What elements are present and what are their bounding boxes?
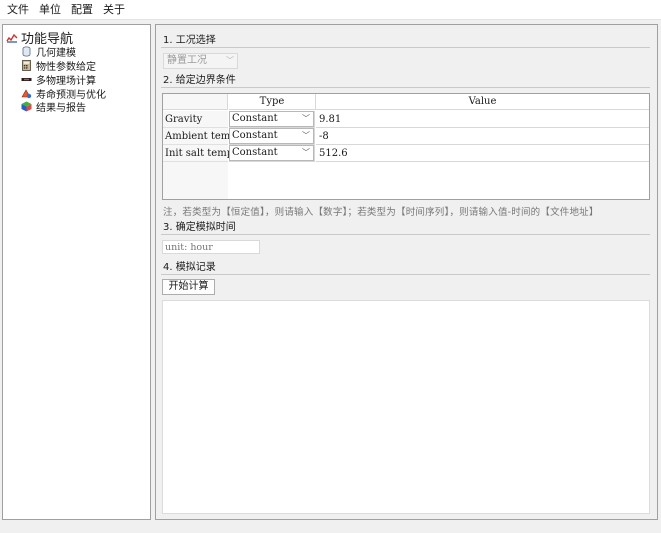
nav-item-label: 多物理场计算 xyxy=(36,75,96,87)
menu-bar: 文件 单位 配置 关于 xyxy=(0,0,661,20)
flow-icon xyxy=(21,74,32,85)
boundary-conditions-table: Type Value Gravity Constant ﹀ 9.81 Ambie… xyxy=(162,93,650,200)
nav-item-properties[interactable]: 物性参数给定 xyxy=(21,58,96,73)
chevron-down-icon: ﹀ xyxy=(302,114,310,123)
section-title-sim-log: 4. 模拟记录 xyxy=(163,262,216,273)
section-title-sim-time: 3. 确定模拟时间 xyxy=(163,222,236,233)
menu-units[interactable]: 单位 xyxy=(34,0,66,20)
section-title-boundary: 2. 给定边界条件 xyxy=(163,75,236,86)
nav-item-multiphysics[interactable]: 多物理场计算 xyxy=(21,72,96,87)
section-title-condition: 1. 工况选择 xyxy=(163,35,216,46)
row-header-ambient-temp: Ambient temp xyxy=(163,128,237,145)
chevron-down-icon: ﹀ xyxy=(226,56,234,65)
lifecycle-icon xyxy=(21,88,32,99)
row-header-gravity: Gravity xyxy=(163,111,228,128)
type-select-value: Constant xyxy=(232,113,278,124)
chevron-down-icon: ﹀ xyxy=(302,131,310,140)
value-cell-ambient-temp[interactable]: -8 xyxy=(316,128,649,145)
report-icon xyxy=(21,101,32,112)
chevron-down-icon: ﹀ xyxy=(302,148,310,157)
nav-item-label: 结果与报告 xyxy=(36,102,86,114)
row-header-filler xyxy=(163,162,228,199)
cylinder-icon xyxy=(21,45,32,57)
divider xyxy=(161,234,650,235)
condition-select-value: 静置工况 xyxy=(167,55,207,66)
type-select-gravity[interactable]: Constant ﹀ xyxy=(229,111,314,127)
table-cell-type: Constant ﹀ xyxy=(229,128,315,145)
nav-item-label: 物性参数给定 xyxy=(36,61,96,73)
nav-tree-panel: 功能导航 几何建模 物性参数给定 多物理场计算 寿命预测与优化 结果与报告 xyxy=(2,24,151,520)
divider xyxy=(161,87,650,88)
value-cell-gravity[interactable]: 9.81 xyxy=(316,111,649,128)
sim-time-input[interactable] xyxy=(162,240,260,254)
nav-item-geometry[interactable]: 几何建模 xyxy=(21,44,76,59)
table-cell-type: Constant ﹀ xyxy=(229,145,315,162)
input-type-note: 注，若类型为【恒定值】，则请输入【数字】；若类型为【时间序列】，则请输入值-时间… xyxy=(163,207,599,218)
menu-about[interactable]: 关于 xyxy=(98,0,130,20)
chart-icon xyxy=(6,32,18,43)
type-select-value: Constant xyxy=(232,147,278,158)
row-header-init-salt-temp: Init salt temp xyxy=(163,145,233,162)
condition-select[interactable]: 静置工况 ﹀ xyxy=(163,53,238,69)
sim-log-textarea[interactable] xyxy=(162,300,650,514)
value-cell-init-salt-temp[interactable]: 512.6 xyxy=(316,145,649,162)
nav-item-results[interactable]: 结果与报告 xyxy=(21,99,86,114)
menu-config[interactable]: 配置 xyxy=(66,0,98,20)
divider xyxy=(161,274,650,275)
table-corner xyxy=(163,94,228,110)
divider xyxy=(161,47,650,48)
type-select-init-salt-temp[interactable]: Constant ﹀ xyxy=(229,145,314,161)
start-calculation-button[interactable]: 开始计算 xyxy=(162,279,215,295)
table-cell-type: Constant ﹀ xyxy=(229,111,315,128)
type-select-ambient-temp[interactable]: Constant ﹀ xyxy=(229,128,314,144)
nav-item-label: 几何建模 xyxy=(36,47,76,59)
type-select-value: Constant xyxy=(232,130,278,141)
main-panel: 1. 工况选择 静置工况 ﹀ 2. 给定边界条件 Type Value Grav… xyxy=(155,24,658,520)
menu-file[interactable]: 文件 xyxy=(2,0,34,20)
column-header-type[interactable]: Type xyxy=(229,94,316,110)
calculator-icon xyxy=(21,59,32,71)
column-header-value[interactable]: Value xyxy=(316,94,649,110)
